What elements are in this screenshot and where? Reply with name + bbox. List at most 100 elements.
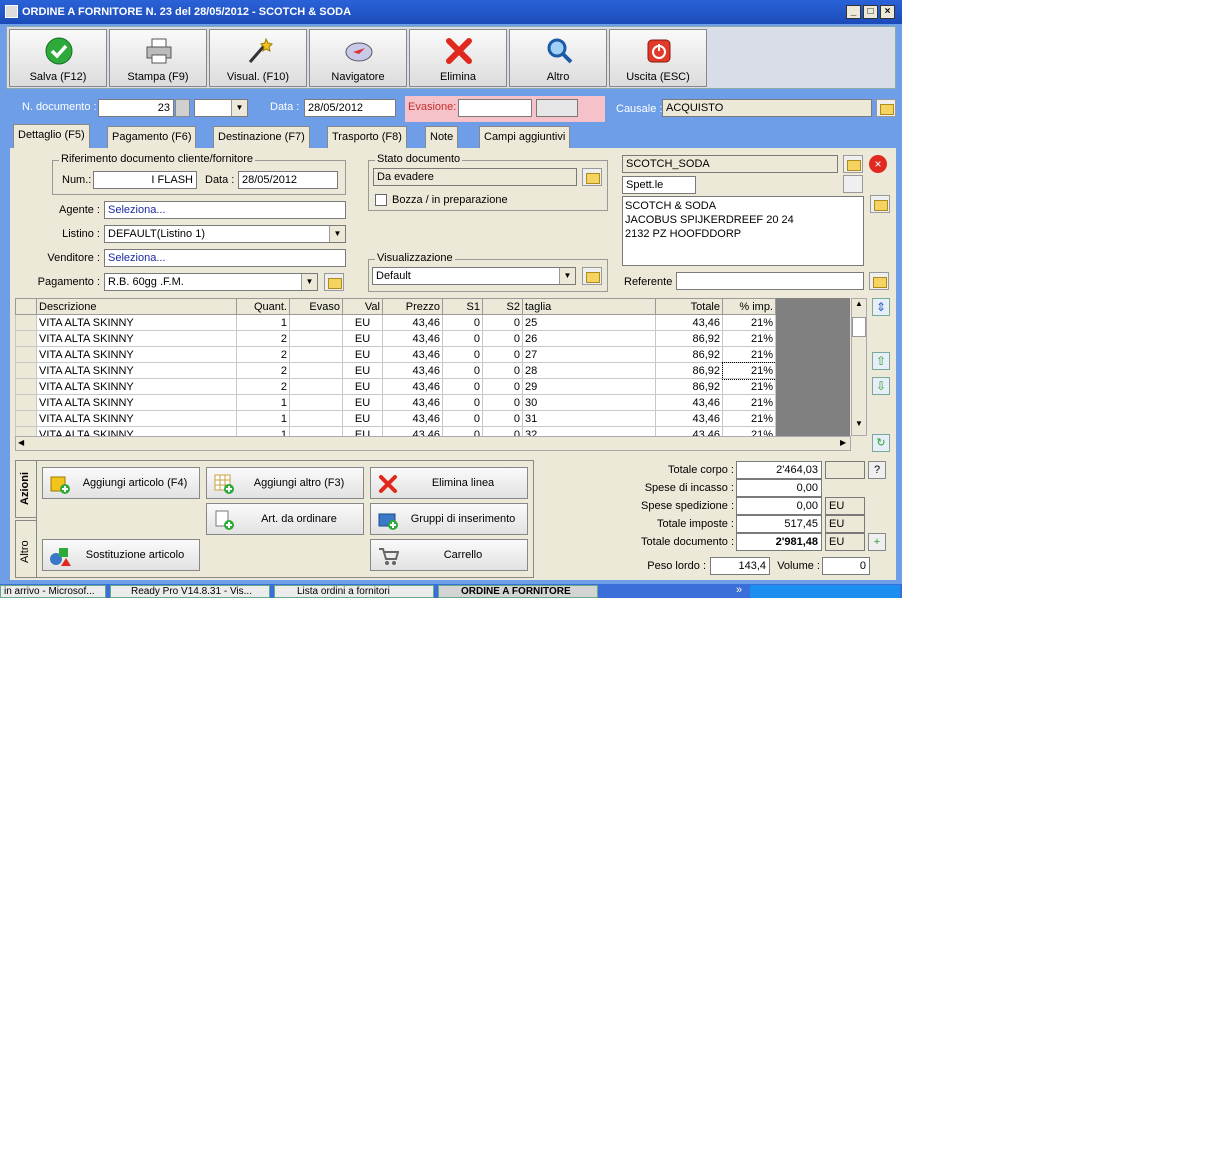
ref-date-input[interactable]: 28/05/2012 — [238, 171, 338, 189]
side-tab-altro[interactable]: Altro — [15, 520, 37, 578]
table-cell[interactable]: 2 — [236, 330, 290, 347]
table-cell[interactable]: 2 — [236, 378, 290, 395]
scroll-left-icon[interactable]: ◀ — [18, 438, 24, 447]
table-cell[interactable]: 43,46 — [655, 314, 723, 331]
minimize-button[interactable]: _ — [846, 5, 861, 19]
table-cell[interactable]: 43,46 — [382, 330, 443, 347]
fornitore-code-input[interactable]: SCOTCH_SODA — [622, 155, 838, 173]
table-cell[interactable]: 43,46 — [655, 394, 723, 411]
taskbar-overflow-icon[interactable]: » — [736, 584, 742, 596]
fornitore-title-input[interactable]: Spett.le — [622, 176, 696, 194]
table-cell[interactable]: 0 — [482, 410, 523, 427]
row-selector[interactable] — [15, 330, 37, 347]
table-cell[interactable]: EU — [342, 362, 383, 379]
tab-trasporto[interactable]: Trasporto (F8) — [327, 126, 407, 148]
delete-line-button[interactable]: Elimina linea — [370, 467, 528, 499]
table-cell[interactable] — [289, 362, 343, 379]
table-row[interactable]: VITA ALTA SKINNY 1 EU 43,46 0 0 25 43,46 21% — [15, 314, 776, 331]
col-quant[interactable]: Quant. — [236, 298, 290, 315]
table-cell[interactable]: 43,46 — [382, 314, 443, 331]
bozza-checkbox[interactable] — [375, 194, 387, 206]
table-cell[interactable]: 86,92 — [655, 346, 723, 363]
table-cell[interactable]: 0 — [482, 378, 523, 395]
table-cell[interactable] — [289, 330, 343, 347]
table-cell[interactable]: 21% — [722, 346, 776, 363]
table-cell[interactable]: VITA ALTA SKINNY — [36, 346, 237, 363]
person-icon[interactable] — [843, 175, 863, 193]
causale-input[interactable]: ACQUISTO — [662, 99, 872, 117]
table-cell[interactable]: VITA ALTA SKINNY — [36, 378, 237, 395]
table-row[interactable]: VITA ALTA SKINNY 2 EU 43,46 0 0 29 86,92 21% — [15, 378, 776, 395]
scroll-down-icon[interactable]: ▼ — [852, 419, 866, 434]
visualizzazione-folder-icon[interactable] — [582, 267, 602, 285]
table-cell[interactable]: 0 — [442, 362, 483, 379]
ndoc-input[interactable]: 23 — [98, 99, 174, 117]
table-cell[interactable]: VITA ALTA SKINNY — [36, 394, 237, 411]
other-button[interactable]: Altro — [509, 29, 607, 87]
row-selector[interactable] — [15, 378, 37, 395]
table-cell[interactable]: VITA ALTA SKINNY — [36, 330, 237, 347]
peso-lordo-input[interactable]: 143,4 — [710, 557, 770, 575]
table-row[interactable]: VITA ALTA SKINNY 2 EU 43,46 0 0 28 86,92 21% — [15, 361, 777, 380]
cart-button[interactable]: Carrello — [370, 539, 528, 571]
table-cell[interactable]: EU — [342, 378, 383, 395]
table-cell[interactable]: 21% — [722, 378, 776, 395]
table-cell[interactable]: 21% — [722, 330, 776, 347]
table-cell[interactable]: 1 — [236, 394, 290, 411]
table-cell[interactable] — [289, 394, 343, 411]
table-cell[interactable]: 27 — [522, 346, 656, 363]
row-selector[interactable] — [15, 346, 37, 363]
table-cell[interactable]: 43,46 — [382, 410, 443, 427]
grid-vertical-scrollbar[interactable]: ▲ ▼ — [851, 298, 867, 436]
table-cell[interactable]: 0 — [482, 314, 523, 331]
table-cell[interactable]: 2 — [236, 346, 290, 363]
navigator-button[interactable]: Navigatore — [309, 29, 407, 87]
row-selector[interactable] — [15, 314, 37, 331]
table-cell[interactable]: 30 — [522, 394, 656, 411]
table-cell[interactable]: 1 — [236, 410, 290, 427]
add-article-button[interactable]: Aggiungi articolo (F4) — [42, 467, 200, 499]
maximize-button[interactable]: □ — [863, 5, 878, 19]
table-cell[interactable]: 1 — [236, 314, 290, 331]
table-cell[interactable]: 86,92 — [655, 378, 723, 395]
table-cell[interactable]: 0 — [482, 346, 523, 363]
table-cell[interactable]: 0 — [442, 410, 483, 427]
pagamento-folder-icon[interactable] — [324, 273, 344, 291]
table-cell[interactable]: 43,46 — [382, 362, 443, 379]
close-button[interactable]: × — [880, 5, 895, 19]
table-cell[interactable]: 0 — [442, 330, 483, 347]
table-cell[interactable]: 21% — [722, 394, 776, 411]
col-s1[interactable]: S1 — [442, 298, 483, 315]
table-cell[interactable]: 43,46 — [655, 410, 723, 427]
chevron-down-icon[interactable]: ▼ — [231, 100, 247, 116]
table-cell[interactable]: 28 — [522, 362, 656, 379]
table-row[interactable]: VITA ALTA SKINNY 1 EU 43,46 0 0 30 43,46 21% — [15, 394, 776, 411]
evasione-extra-input[interactable] — [536, 99, 578, 117]
table-cell[interactable]: 43,46 — [382, 394, 443, 411]
agente-input[interactable]: Seleziona... — [104, 201, 346, 219]
table-cell[interactable]: 26 — [522, 330, 656, 347]
table-cell[interactable]: 21% — [721, 361, 777, 380]
help-button[interactable]: ? — [868, 461, 886, 479]
fornitore-remove-icon[interactable]: × — [869, 155, 887, 173]
table-cell[interactable] — [289, 378, 343, 395]
table-cell[interactable]: 86,92 — [655, 330, 723, 347]
table-cell[interactable]: 86,92 — [655, 362, 723, 379]
col-s2[interactable]: S2 — [482, 298, 523, 315]
table-cell[interactable]: VITA ALTA SKINNY — [36, 362, 237, 379]
move-updown-icon[interactable]: ⇕ — [872, 298, 890, 316]
table-cell[interactable]: 21% — [722, 314, 776, 331]
table-cell[interactable]: 2 — [236, 362, 290, 379]
table-row[interactable]: VITA ALTA SKINNY 1 EU 43,46 0 0 31 43,46 21% — [15, 410, 776, 427]
taskbar-item-lista-ordini[interactable]: Lista ordini a fornitori — [274, 585, 434, 598]
causale-folder-icon[interactable] — [876, 99, 896, 117]
venditore-input[interactable]: Seleziona... — [104, 249, 346, 267]
table-cell[interactable]: 0 — [442, 346, 483, 363]
table-cell[interactable]: 0 — [442, 394, 483, 411]
tab-destinazione[interactable]: Destinazione (F7) — [213, 126, 310, 148]
table-cell[interactable]: 0 — [442, 378, 483, 395]
tab-dettaglio[interactable]: Dettaglio (F5) — [13, 124, 90, 148]
table-cell[interactable]: EU — [342, 330, 383, 347]
date-input[interactable]: 28/05/2012 — [304, 99, 396, 117]
visual-button[interactable]: Visual. (F10) — [209, 29, 307, 87]
